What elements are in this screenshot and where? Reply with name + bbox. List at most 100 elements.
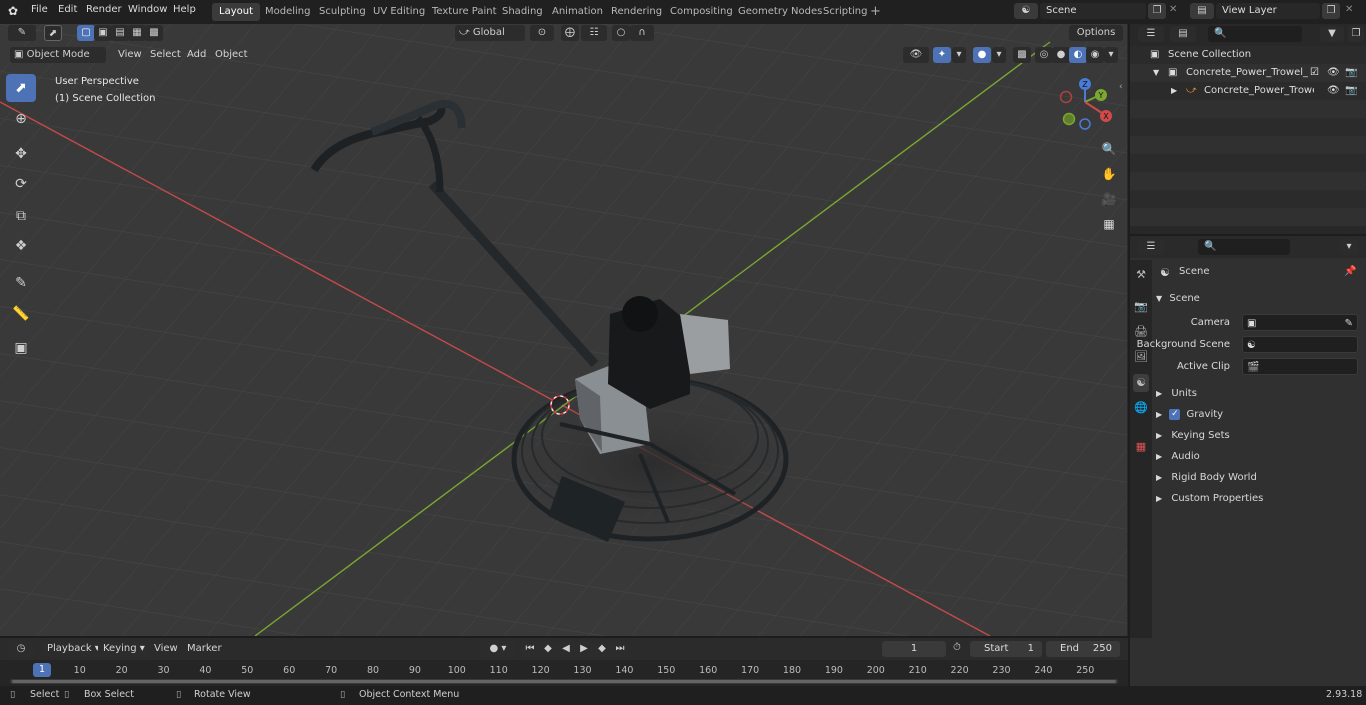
- properties-options-icon[interactable]: ▾: [1340, 239, 1358, 255]
- tool-tab-icon[interactable]: ⚒: [1133, 266, 1149, 284]
- add-cube-tool-icon[interactable]: ▣: [6, 334, 36, 362]
- select-subtract-icon[interactable]: ▤: [111, 25, 129, 41]
- scene-selector-icon[interactable]: ☯: [1014, 3, 1038, 19]
- current-frame-field[interactable]: 1: [882, 641, 946, 657]
- tab-uv-editing[interactable]: UV Editing: [366, 3, 432, 21]
- pan-hand-icon[interactable]: ✋: [1100, 167, 1118, 185]
- filter-icon[interactable]: ▼: [1320, 26, 1344, 42]
- outliner-root-row[interactable]: ▣ Scene Collection: [1130, 46, 1366, 64]
- 3d-viewport[interactable]: ▣ Object Mode View Select Add Object ✎ ⬈…: [0, 24, 1128, 636]
- view-layer-field[interactable]: View Layer: [1216, 3, 1320, 19]
- scene-tab-icon[interactable]: ☯: [1133, 374, 1149, 392]
- scene-name-field[interactable]: Scene: [1040, 3, 1146, 19]
- tab-geometry-nodes[interactable]: Geometry Nodes: [731, 3, 829, 21]
- close-scene-icon[interactable]: ✕: [1169, 4, 1177, 15]
- timeline-menu-view[interactable]: View: [149, 641, 183, 657]
- eyedropper-icon[interactable]: ✎: [1345, 315, 1353, 333]
- zoom-icon[interactable]: 🔍: [1100, 142, 1118, 160]
- menu-window[interactable]: Window: [128, 4, 167, 15]
- timeline-menu-marker[interactable]: Marker: [182, 641, 227, 657]
- menu-file[interactable]: File: [31, 4, 48, 15]
- measure-tool-icon[interactable]: 📏: [6, 300, 36, 328]
- eye-icon[interactable]: 👁: [1327, 82, 1340, 100]
- include-checkbox-icon[interactable]: ☑: [1310, 64, 1319, 82]
- xray-toggle-icon[interactable]: ▩: [1013, 47, 1031, 63]
- camera-view-icon[interactable]: 🎥: [1100, 192, 1118, 210]
- tab-modeling[interactable]: Modeling: [258, 3, 318, 21]
- tab-layout[interactable]: Layout: [212, 3, 260, 21]
- tab-scripting[interactable]: Scripting: [816, 3, 874, 21]
- gizmo-options-icon[interactable]: ▾: [952, 47, 966, 63]
- visibility-filter-icon[interactable]: 👁: [903, 47, 929, 63]
- timeline-ruler[interactable]: 1 10 20 30 40 50 60 70 80 90 100 110 120 130 140 150 160…: [0, 660, 1128, 680]
- background-scene-field[interactable]: ☯: [1242, 336, 1358, 353]
- viewport-menu-add[interactable]: Add: [182, 47, 211, 63]
- new-collection-icon[interactable]: ❐: [1348, 26, 1364, 42]
- timeline-editor-type-icon[interactable]: ◷: [8, 641, 34, 657]
- expand-arrow-icon[interactable]: ▼: [1153, 64, 1159, 82]
- eye-icon[interactable]: 👁: [1327, 64, 1340, 82]
- wireframe-shading-icon[interactable]: ◎: [1035, 47, 1053, 63]
- units-panel-header[interactable]: ▶ Units: [1156, 385, 1362, 403]
- properties-search-input[interactable]: 🔍: [1198, 239, 1290, 255]
- tab-compositing[interactable]: Compositing: [663, 3, 740, 21]
- mode-selector[interactable]: ▣ Object Mode: [10, 47, 106, 63]
- cursor-tool-icon[interactable]: ⊕: [6, 105, 36, 133]
- ortho-toggle-icon[interactable]: ▦: [1100, 217, 1118, 235]
- overlay-toggle-icon[interactable]: ●: [973, 47, 991, 63]
- proportional-falloff-icon[interactable]: ∩: [630, 25, 654, 41]
- rotate-tool-icon[interactable]: ⟳: [6, 170, 36, 198]
- tab-sculpting[interactable]: Sculpting: [312, 3, 373, 21]
- transform-orientation-dropdown[interactable]: ⤻ Global: [455, 25, 525, 41]
- tab-rendering[interactable]: Rendering: [604, 3, 669, 21]
- menu-edit[interactable]: Edit: [58, 4, 77, 15]
- viewport-menu-object[interactable]: Object: [210, 47, 253, 63]
- expand-arrow-icon[interactable]: ▶: [1171, 82, 1177, 100]
- options-dropdown[interactable]: Options: [1069, 25, 1123, 41]
- pin-icon[interactable]: 📌: [1344, 266, 1356, 277]
- select-extend-icon[interactable]: ▣: [94, 25, 112, 41]
- select-intersect-icon[interactable]: ▩: [145, 25, 163, 41]
- camera-field[interactable]: ▣ ✎: [1242, 314, 1358, 331]
- record-keyframe-icon[interactable]: ● ▾: [481, 641, 515, 657]
- blender-logo-icon[interactable]: ✿: [8, 4, 18, 18]
- sidebar-expand-icon[interactable]: ‹: [1119, 82, 1123, 92]
- active-clip-field[interactable]: 🎬: [1242, 358, 1358, 375]
- select-invert-icon[interactable]: ▦: [128, 25, 146, 41]
- annotate-tool-icon[interactable]: ✎: [6, 269, 36, 297]
- next-keyframe-icon[interactable]: ◆: [593, 641, 611, 657]
- play-reverse-icon[interactable]: ◀: [557, 641, 575, 657]
- properties-editor-type-icon[interactable]: ☰: [1138, 239, 1164, 255]
- play-icon[interactable]: ▶: [575, 641, 593, 657]
- new-scene-icon[interactable]: ❐: [1148, 3, 1166, 19]
- gravity-checkbox[interactable]: ✓: [1169, 408, 1181, 420]
- shading-options-icon[interactable]: ▾: [1104, 47, 1118, 63]
- tab-animation[interactable]: Animation: [545, 3, 610, 21]
- tab-texture-paint[interactable]: Texture Paint: [425, 3, 504, 21]
- gravity-panel-header[interactable]: ▶ ✓ Gravity: [1156, 406, 1362, 424]
- display-mode-icon[interactable]: ▤: [1170, 26, 1196, 42]
- new-view-layer-icon[interactable]: ❐: [1322, 3, 1340, 19]
- move-tool-icon[interactable]: ✥: [6, 140, 36, 168]
- snap-toggle-icon[interactable]: ⨁: [561, 25, 579, 41]
- jump-start-icon[interactable]: ⏮: [521, 641, 539, 657]
- scene-panel-header[interactable]: ▼ Scene: [1156, 290, 1362, 308]
- pivot-point-icon[interactable]: ⊙: [530, 25, 554, 41]
- select-new-icon[interactable]: ▢: [77, 25, 95, 41]
- timeline-menu-keying[interactable]: Keying ▾: [98, 641, 150, 657]
- texture-tab-icon[interactable]: ▦: [1133, 438, 1149, 456]
- outliner-item-object[interactable]: ▶ ⤻ Concrete_Power_Trowel_ 👁 📷: [1130, 82, 1366, 100]
- timeline-scrollbar[interactable]: [10, 679, 1118, 684]
- snap-target-icon[interactable]: ☷: [581, 25, 607, 41]
- material-shading-icon[interactable]: ◐: [1069, 47, 1087, 63]
- overlay-options-icon[interactable]: ▾: [992, 47, 1006, 63]
- jump-end-icon[interactable]: ⏭: [611, 641, 629, 657]
- viewport-menu-view[interactable]: View: [113, 47, 147, 63]
- outliner-item-collection[interactable]: ▼ ▣ Concrete_Power_Trowel_Grey ☑ 👁 📷: [1130, 64, 1366, 82]
- navigation-gizmo[interactable]: Z Y X: [1055, 74, 1120, 139]
- playhead-frame-indicator[interactable]: 1: [33, 663, 51, 677]
- render-camera-icon[interactable]: 📷: [1345, 82, 1357, 100]
- solid-shading-icon[interactable]: ●: [1052, 47, 1070, 63]
- timeline-menu-playback[interactable]: Playback ▾: [42, 641, 105, 657]
- timeline-area[interactable]: 1 10 20 30 40 50 60 70 80 90 100 110 120 130 140 150 160…: [0, 660, 1128, 686]
